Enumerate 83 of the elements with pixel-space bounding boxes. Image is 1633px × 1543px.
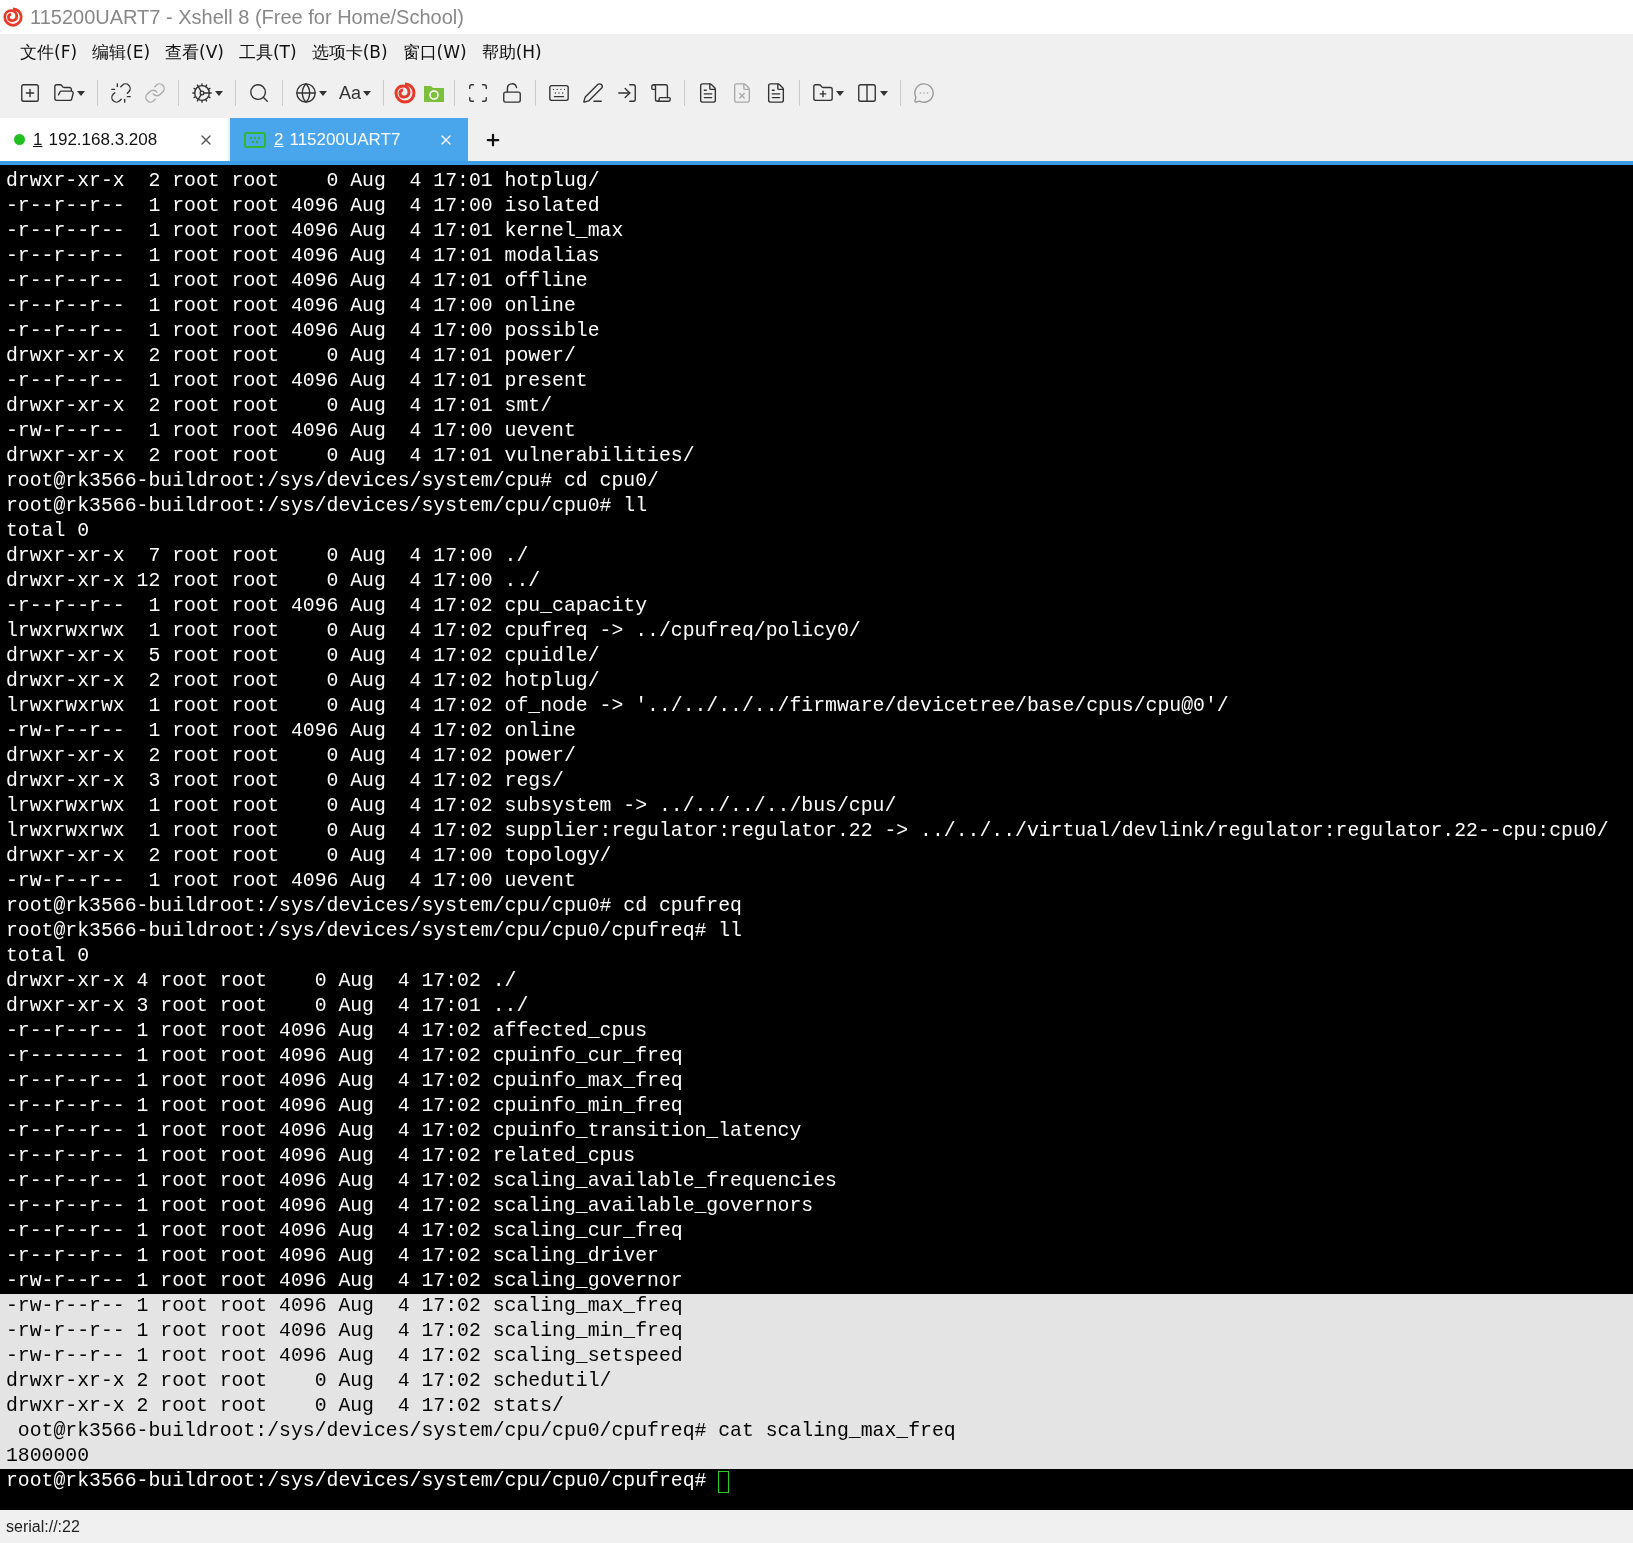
terminal-line: drwxr-xr-x 2 root root 0 Aug 4 17:01 smt/ xyxy=(5,394,554,419)
window-title: 115200UART7 - Xshell 8 (Free for Home/School) xyxy=(30,5,464,29)
terminal-line: root@rk3566-buildroot:/sys/devices/system/cpu/cpu0# ll xyxy=(5,494,649,519)
lock-icon[interactable] xyxy=(501,82,524,104)
terminal-line: drwxr-xr-x 2 root root 0 Aug 4 17:00 topology/ xyxy=(5,844,613,869)
search-icon[interactable] xyxy=(248,82,270,104)
settings-icon[interactable] xyxy=(191,82,213,104)
status-text: serial://:22 xyxy=(6,1517,80,1536)
terminal-line: -r--r--r-- 1 root root 4096 Aug 4 17:02 affected_cpus xyxy=(5,1019,649,1044)
caret-icon xyxy=(77,90,85,96)
terminal-line: -r--r--r-- 1 root root 4096 Aug 4 17:02 scaling_driver xyxy=(5,1244,660,1269)
terminal-line: -r--r--r-- 1 root root 4096 Aug 4 17:02 related_cpus xyxy=(5,1144,637,1169)
terminal-line: -r--r--r-- 1 root root 4096 Aug 4 17:00 possible xyxy=(5,319,601,344)
terminal-line: root@rk3566-buildroot:/sys/devices/system/cpu/cpu0# cd cpufreq xyxy=(5,894,743,919)
snail-logo-icon[interactable] xyxy=(393,82,418,104)
layout-icon[interactable] xyxy=(856,82,879,104)
menu-item[interactable]: 文件(F) xyxy=(20,40,78,64)
terminal-line: lrwxrwxrwx 1 root root 0 Aug 4 17:02 supplier:regulator:regulator.22 -> ../../../virtual/devlink/regulator:regulator.22--cpu:cpu0/ xyxy=(5,819,1610,844)
fullscreen-icon[interactable] xyxy=(467,82,490,104)
terminal-line: drwxr-xr-x 3 root root 0 Aug 4 17:01 ../ xyxy=(5,994,530,1019)
terminal-line: total 0 xyxy=(5,519,91,544)
menu-item[interactable]: 编辑(E) xyxy=(92,40,151,64)
terminal-line: drwxr-xr-x 4 root root 0 Aug 4 17:02 ./ xyxy=(5,969,518,994)
terminal-line: root@rk3566-buildroot:/sys/devices/system/cpu/cpu0/cpufreq# ll xyxy=(5,919,743,944)
unlink-icon[interactable] xyxy=(110,82,132,104)
terminal-line: -r--r--r-- 1 root root 4096 Aug 4 17:02 cpuinfo_transition_latency xyxy=(5,1119,803,1144)
tab-label: 2 115200UART7 xyxy=(274,129,402,150)
terminal-line: total 0 xyxy=(5,944,91,969)
menu-item[interactable]: 工具(T) xyxy=(238,40,297,64)
caret-icon xyxy=(215,90,223,96)
terminal-line: drwxr-xr-x 2 root root 0 Aug 4 17:02 power/ xyxy=(5,744,577,769)
caret-icon xyxy=(363,90,372,96)
terminal-line: -r--r--r-- 1 root root 4096 Aug 4 17:01 offline xyxy=(5,269,589,294)
caret-icon xyxy=(836,90,845,96)
terminal-line: -r--r--r-- 1 root root 4096 Aug 4 17:01 modalias xyxy=(5,244,601,269)
terminal-line: -rw-r--r-- 1 root root 4096 Aug 4 17:00 uevent xyxy=(5,419,577,444)
terminal-line: root@rk3566-buildroot:/sys/devices/system/cpu/cpu0/cpufreq# xyxy=(0,1469,1633,1494)
menu-item[interactable]: 查看(V) xyxy=(165,40,224,64)
terminal-line: -rw-r--r-- 1 root root 4096 Aug 4 17:00 uevent xyxy=(5,869,577,894)
login-icon[interactable] xyxy=(616,82,639,104)
terminal-line: -r--r--r-- 1 root root 4096 Aug 4 17:02 cpuinfo_max_freq xyxy=(5,1069,684,1094)
caret-icon xyxy=(880,90,889,96)
terminal-line: -r--r--r-- 1 root root 4096 Aug 4 17:02 scaling_available_governors xyxy=(5,1194,815,1219)
terminal-line: -r--r--r-- 1 root root 4096 Aug 4 17:00 online xyxy=(5,294,577,319)
terminal-line: -r--r--r-- 1 root root 4096 Aug 4 17:02 cpuinfo_min_freq xyxy=(5,1094,684,1119)
new-session-icon[interactable] xyxy=(19,82,41,104)
terminal-line: lrwxrwxrwx 1 root root 0 Aug 4 17:02 cpufreq -> ../cpufreq/policy0/ xyxy=(5,619,862,644)
terminal-line: drwxr-xr-x 2 root root 0 Aug 4 17:01 vulnerabilities/ xyxy=(5,444,696,469)
menu-item[interactable]: 窗口(W) xyxy=(402,40,467,64)
serial-port-icon xyxy=(244,131,266,148)
terminal-line: -r--r--r-- 1 root root 4096 Aug 4 17:02 scaling_available_frequencies xyxy=(5,1169,838,1194)
terminal-line: -r--r--r-- 1 root root 4096 Aug 4 17:01 kernel_max xyxy=(5,219,625,244)
terminal-line: lrwxrwxrwx 1 root root 0 Aug 4 17:02 of_node -> '../../../../firmware/devicetree/base/cpus/cpu@0'/ xyxy=(5,694,1230,719)
terminal-line: -r-------- 1 root root 4096 Aug 4 17:02 cpuinfo_cur_freq xyxy=(5,1044,684,1069)
menu-item[interactable]: 帮助(H) xyxy=(481,40,542,64)
terminal-line: -r--r--r-- 1 root root 4096 Aug 4 17:00 isolated xyxy=(5,194,601,219)
terminal-line: drwxr-xr-x 2 root root 0 Aug 4 17:01 power/ xyxy=(5,344,577,369)
terminal-line: drwxr-xr-x 7 root root 0 Aug 4 17:00 ./ xyxy=(5,544,530,569)
pen-icon[interactable] xyxy=(582,82,605,104)
terminal-line: -r--r--r-- 1 root root 4096 Aug 4 17:02 cpu_capacity xyxy=(5,594,649,619)
font-button[interactable]: Aa xyxy=(336,79,375,107)
folder-icon[interactable] xyxy=(53,82,75,104)
terminal-line: drwxr-xr-x 2 root root 0 Aug 4 17:02 hotplug/ xyxy=(5,669,601,694)
scroll-icon[interactable] xyxy=(650,82,673,104)
terminal-line: drwxr-xr-x 12 root root 0 Aug 4 17:00 ../ xyxy=(5,569,542,594)
tab[interactable]: 1 192.168.3.208 xyxy=(0,118,228,161)
terminal-line: drwxr-xr-x 2 root root 0 Aug 4 17:01 hotplug/ xyxy=(5,169,601,194)
terminal-line: root@rk3566-buildroot:/sys/devices/system/cpu# cd cpu0/ xyxy=(5,469,660,494)
globe-icon[interactable] xyxy=(295,82,317,104)
add-folder-icon[interactable] xyxy=(812,82,835,104)
terminal-line: -rw-r--r-- 1 root root 4096 Aug 4 17:02 scaling_governor xyxy=(5,1269,684,1294)
terminal-line: drwxr-xr-x 5 root root 0 Aug 4 17:02 cpuidle/ xyxy=(5,644,601,669)
terminal-line: -r--r--r-- 1 root root 4096 Aug 4 17:01 present xyxy=(5,369,589,394)
tab-label: 1 192.168.3.208 xyxy=(33,129,159,150)
terminal-line: drwxr-xr-x 3 root root 0 Aug 4 17:02 regs/ xyxy=(5,769,565,794)
app-logo-icon xyxy=(2,6,24,28)
terminal[interactable] xyxy=(0,165,1633,1510)
terminal-line: -rw-r--r-- 1 root root 4096 Aug 4 17:02 online xyxy=(5,719,577,744)
menu-item[interactable]: 选项卡(B) xyxy=(311,40,388,64)
caret-icon xyxy=(319,90,327,96)
terminal-line: -r--r--r-- 1 root root 4096 Aug 4 17:02 scaling_cur_freq xyxy=(5,1219,684,1244)
terminal-line: lrwxrwxrwx 1 root root 0 Aug 4 17:02 subsystem -> ../../../../bus/cpu/ xyxy=(5,794,898,819)
keyboard-icon[interactable] xyxy=(548,82,571,104)
